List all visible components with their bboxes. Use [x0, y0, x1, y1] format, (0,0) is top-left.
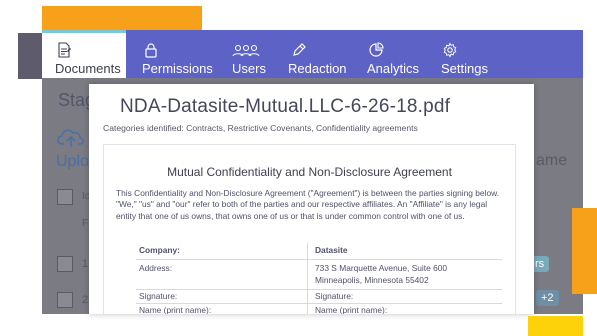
tab-label: Redaction [288, 61, 347, 76]
company-value: Datasite [315, 245, 348, 255]
agreement-paragraph: This Confidentiality and Non-Disclosure … [116, 188, 500, 221]
document-page[interactable]: Mutual Confidentiality and Non-Disclosur… [103, 144, 516, 314]
tab-label: Permissions [142, 61, 213, 76]
categories-identified: Categories identified: Contracts, Restri… [103, 123, 418, 133]
tab-label: Analytics [367, 61, 420, 76]
row-checkbox[interactable] [57, 292, 73, 308]
column-header-folder: F [82, 218, 89, 229]
row-number: 1 [82, 258, 89, 270]
users-icon [232, 44, 260, 57]
address-line-1: 733 S Marquette Avenue, Suite 600 [315, 263, 448, 273]
decorative-orange-block [572, 208, 597, 294]
row-checkbox[interactable] [57, 256, 73, 272]
tab-analytics[interactable]: Analytics [366, 30, 424, 78]
row-number: 2 [82, 294, 89, 306]
select-all-checkbox[interactable] [57, 189, 73, 205]
tab-settings[interactable]: Settings [440, 30, 498, 78]
table-row: Address: 733 S Marquette Avenue, Suite 6… [136, 259, 502, 290]
agreement-title: Mutual Confidentiality and Non-Disclosur… [167, 165, 452, 179]
address-label: Address: [139, 263, 173, 273]
pie-chart-icon [369, 42, 384, 57]
tab-redaction[interactable]: Redaction [286, 30, 352, 78]
table-row: Signature: Signature: [136, 289, 502, 304]
document-preview-modal: NDA-Datasite-Mutual.LLC-6-26-18.pdf Cate… [89, 84, 534, 314]
table-row: Company: Datasite [136, 243, 502, 260]
table-row: Name (print name): Name (print name): [136, 303, 502, 314]
name-label: Name (print name): [139, 305, 212, 314]
tab-documents[interactable]: Documents [42, 30, 126, 78]
address-line-2: Minneapolis, Minnesota 55402 [315, 275, 429, 285]
tab-label: Settings [441, 61, 488, 76]
column-header-name: ame [536, 152, 568, 169]
pen-icon [293, 43, 306, 56]
decorative-yellow-block [528, 316, 583, 336]
upload-link[interactable]: Uplo [56, 153, 89, 171]
name-label: Name (print name): [315, 305, 388, 314]
tab-label: Documents [55, 61, 121, 76]
document-icon [58, 42, 71, 58]
gear-icon [443, 42, 457, 58]
tab-users[interactable]: Users [230, 30, 275, 78]
signature-label: Signature: [139, 291, 178, 301]
active-tab-indicator [42, 30, 126, 33]
document-title: NDA-Datasite-Mutual.LLC-6-26-18.pdf [120, 96, 451, 117]
signature-label: Signature: [315, 291, 354, 301]
cloud-upload-icon[interactable] [57, 127, 85, 149]
tab-label: Users [232, 61, 266, 76]
lock-icon [145, 43, 157, 58]
company-label: Company: [139, 245, 180, 255]
top-navigation-bar: Documents Permissions Users Redaction An… [42, 30, 583, 78]
more-tags-pill[interactable]: +2 [536, 290, 559, 306]
tab-permissions[interactable]: Permissions [138, 30, 218, 78]
